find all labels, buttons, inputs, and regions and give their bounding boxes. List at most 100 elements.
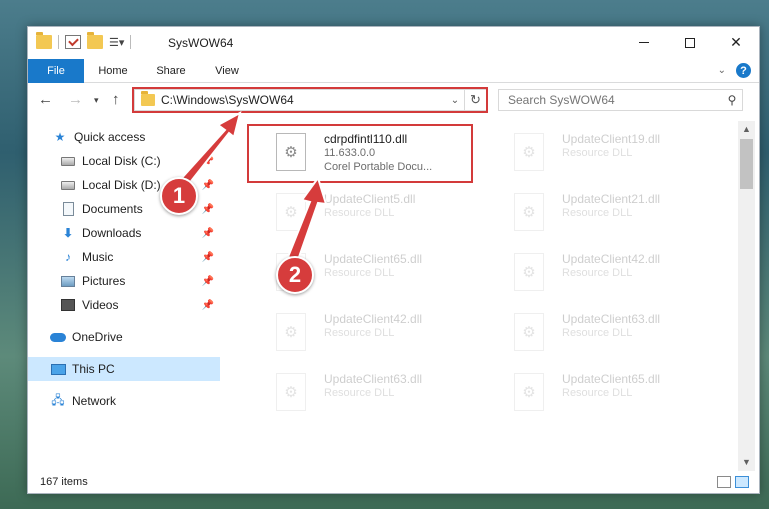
minimize-button[interactable]: [621, 27, 667, 58]
file-name: UpdateClient19.dll: [562, 132, 661, 146]
tab-home[interactable]: Home: [90, 59, 136, 83]
sidebar-item-onedrive[interactable]: OneDrive: [28, 325, 220, 349]
tiles-view-icon[interactable]: [735, 476, 749, 488]
file-name: UpdateClient63.dll: [324, 372, 423, 386]
sidebar-item-label: Music: [82, 250, 114, 264]
sidebar-item-downloads[interactable]: ⬇ Downloads 📌: [28, 221, 220, 245]
quick-access-toolbar: ☰▾: [36, 32, 132, 49]
search-input[interactable]: [499, 93, 722, 107]
search-icon[interactable]: ⚲: [722, 93, 742, 107]
file-item[interactable]: ⚙ UpdateClient63.dll Resource DLL: [490, 307, 712, 357]
dll-file-icon: ⚙: [276, 313, 306, 351]
minimize-icon: [639, 42, 649, 43]
sidebar-item-label: Local Disk (C:): [82, 154, 161, 168]
dll-file-icon: ⚙: [514, 313, 544, 351]
gear-icon: ⚙: [522, 144, 536, 161]
sidebar-item-pictures[interactable]: Pictures 📌: [28, 269, 220, 293]
pin-icon[interactable]: 📌: [202, 204, 214, 215]
search-box[interactable]: ⚲: [498, 89, 743, 111]
drive-icon: [61, 156, 75, 166]
close-icon: ✕: [730, 34, 742, 50]
forward-arrow-icon[interactable]: →: [68, 91, 83, 108]
pictures-icon: [61, 275, 75, 287]
tab-view[interactable]: View: [204, 59, 250, 83]
file-type: Resource DLL: [562, 327, 633, 339]
gear-icon: ⚙: [522, 324, 536, 341]
cloud-icon: [50, 332, 66, 342]
sidebar-item-label: OneDrive: [72, 330, 123, 344]
computer-icon: [50, 363, 66, 375]
document-icon: [62, 202, 74, 216]
dll-file-icon: ⚙: [514, 373, 544, 411]
step2-arrow: [286, 175, 328, 262]
vertical-scrollbar[interactable]: ▲ ▼: [738, 121, 755, 471]
gear-icon: ⚙: [522, 264, 536, 281]
dll-file-icon: ⚙: [514, 133, 544, 171]
step1-arrow: [178, 111, 242, 185]
scroll-thumb[interactable]: [740, 139, 753, 189]
up-arrow-icon[interactable]: ↑: [112, 91, 120, 108]
dll-file-icon: ⚙: [514, 253, 544, 291]
dll-file-icon: ⚙: [276, 373, 306, 411]
ribbon-right: ⌄ ?: [718, 63, 751, 78]
file-name: UpdateClient21.dll: [562, 192, 661, 206]
sidebar-item-label: Videos: [82, 298, 119, 312]
file-type: Resource DLL: [562, 207, 633, 219]
tab-share[interactable]: Share: [148, 59, 194, 83]
step1-marker: 1: [160, 177, 198, 215]
gear-icon: ⚙: [284, 384, 298, 401]
file-item[interactable]: ⚙ UpdateClient65.dll Resource DLL: [490, 367, 712, 417]
gear-icon: ⚙: [522, 384, 536, 401]
tab-file[interactable]: File: [28, 59, 84, 83]
file-item[interactable]: ⚙ UpdateClient42.dll Resource DLL: [252, 307, 474, 357]
sidebar-item-label: Documents: [82, 202, 143, 216]
gear-icon: ⚙: [284, 324, 298, 341]
pin-icon[interactable]: 📌: [202, 228, 214, 239]
file-item[interactable]: ⚙ UpdateClient42.dll Resource DLL: [490, 247, 712, 297]
window-title: SysWOW64: [168, 36, 234, 50]
pin-icon[interactable]: 📌: [202, 276, 214, 287]
status-bar: 167 items: [28, 471, 759, 494]
file-item[interactable]: ⚙ UpdateClient63.dll Resource DLL: [252, 367, 474, 417]
file-type: Resource DLL: [324, 387, 395, 399]
scroll-down-icon[interactable]: ▼: [738, 454, 755, 471]
file-type: Resource DLL: [562, 387, 633, 399]
sidebar-item-label: Quick access: [74, 130, 146, 144]
new-folder-icon[interactable]: [87, 32, 103, 49]
sidebar-item-videos[interactable]: Videos 📌: [28, 293, 220, 317]
sidebar-item-network[interactable]: 🖧 Network: [28, 389, 220, 413]
help-icon[interactable]: ?: [736, 63, 751, 78]
maximize-button[interactable]: [667, 27, 713, 58]
file-name: UpdateClient65.dll: [562, 372, 661, 386]
pin-icon[interactable]: 📌: [202, 252, 214, 263]
back-arrow-icon[interactable]: ←: [38, 91, 53, 108]
properties-icon[interactable]: [65, 35, 81, 49]
folder-icon: [36, 32, 52, 49]
arrow-shape: [178, 111, 242, 185]
file-item[interactable]: ⚙ UpdateClient19.dll Resource DLL: [490, 127, 712, 177]
file-item[interactable]: ⚙ UpdateClient21.dll Resource DLL: [490, 187, 712, 237]
videos-icon: [61, 299, 75, 311]
close-button[interactable]: ✕: [713, 27, 759, 58]
network-icon: 🖧: [51, 392, 65, 407]
customize-toolbar-icon[interactable]: ☰▾: [109, 36, 124, 49]
download-icon: ⬇: [62, 226, 74, 240]
file-type: Resource DLL: [562, 267, 633, 279]
explorer-window: ☰▾ SysWOW64 ✕ File Home Share View ⌄ ? ←…: [27, 26, 760, 494]
file-name: UpdateClient63.dll: [562, 312, 661, 326]
pin-icon[interactable]: 📌: [202, 300, 214, 311]
sidebar-item-music[interactable]: ♪ Music 📌: [28, 245, 220, 269]
recent-locations-icon[interactable]: ▾: [94, 95, 99, 106]
ribbon-tabs: File Home Share View ⌄ ?: [28, 59, 759, 83]
sidebar-item-this-pc[interactable]: This PC: [28, 357, 220, 381]
sidebar-item-label: This PC: [72, 362, 115, 376]
scroll-up-icon[interactable]: ▲: [738, 121, 755, 138]
dll-file-icon: ⚙: [514, 193, 544, 231]
details-view-icon[interactable]: [717, 476, 731, 488]
step2-marker: 2: [276, 256, 314, 294]
item-count: 167 items: [40, 476, 88, 488]
expand-ribbon-icon[interactable]: ⌄: [718, 65, 726, 76]
arrow-shape: [286, 175, 328, 262]
view-switcher: [717, 476, 749, 488]
title-bar: ☰▾ SysWOW64 ✕: [28, 27, 759, 59]
